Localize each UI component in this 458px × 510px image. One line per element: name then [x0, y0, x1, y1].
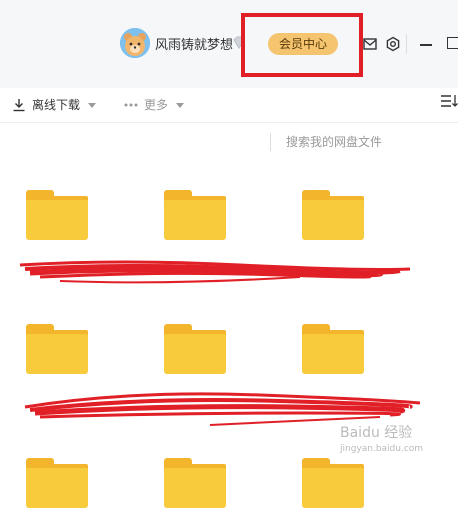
folder-icon[interactable]	[26, 458, 88, 510]
more-button[interactable]: 更多	[124, 94, 185, 116]
chevron-down-icon	[176, 103, 185, 108]
folder-icon[interactable]	[164, 190, 226, 242]
search-input[interactable]	[286, 131, 446, 153]
redaction-scribble	[19, 260, 411, 284]
watermark-subtitle: jingyan.baidu.com	[340, 444, 424, 454]
folder-icon[interactable]	[26, 324, 88, 376]
diamond-icon[interactable]	[231, 35, 247, 51]
download-icon	[13, 99, 25, 112]
folder-icon[interactable]	[26, 190, 88, 242]
bear-avatar-icon	[120, 28, 150, 58]
watermark: Baidu 经验	[340, 425, 413, 441]
folder-icon[interactable]	[164, 458, 226, 510]
member-center-button[interactable]: 会员中心	[268, 33, 338, 55]
minimize-icon[interactable]	[420, 44, 432, 46]
sort-list-icon[interactable]	[440, 93, 458, 109]
ellipsis-icon	[124, 103, 138, 107]
search-separator	[270, 133, 271, 151]
folder-icon[interactable]	[302, 190, 364, 242]
folder-icon[interactable]	[302, 324, 364, 376]
username[interactable]: 风雨铸就梦想	[155, 34, 233, 53]
user-avatar[interactable]	[120, 28, 150, 58]
offline-download-button[interactable]: 离线下载	[12, 94, 97, 116]
offline-download-label: 离线下载	[32, 98, 81, 112]
folder-icon[interactable]	[164, 324, 226, 376]
chevron-down-icon	[88, 103, 97, 108]
gear-icon[interactable]	[385, 36, 401, 52]
maximize-icon[interactable]	[447, 37, 458, 49]
more-label: 更多	[144, 98, 169, 112]
titlebar-separator	[406, 34, 407, 54]
toolbar: 离线下载 更多	[0, 88, 458, 123]
title-bar: 风雨铸就梦想 会员中心	[0, 0, 458, 88]
mail-icon[interactable]	[362, 36, 378, 52]
folder-icon[interactable]	[302, 458, 364, 510]
